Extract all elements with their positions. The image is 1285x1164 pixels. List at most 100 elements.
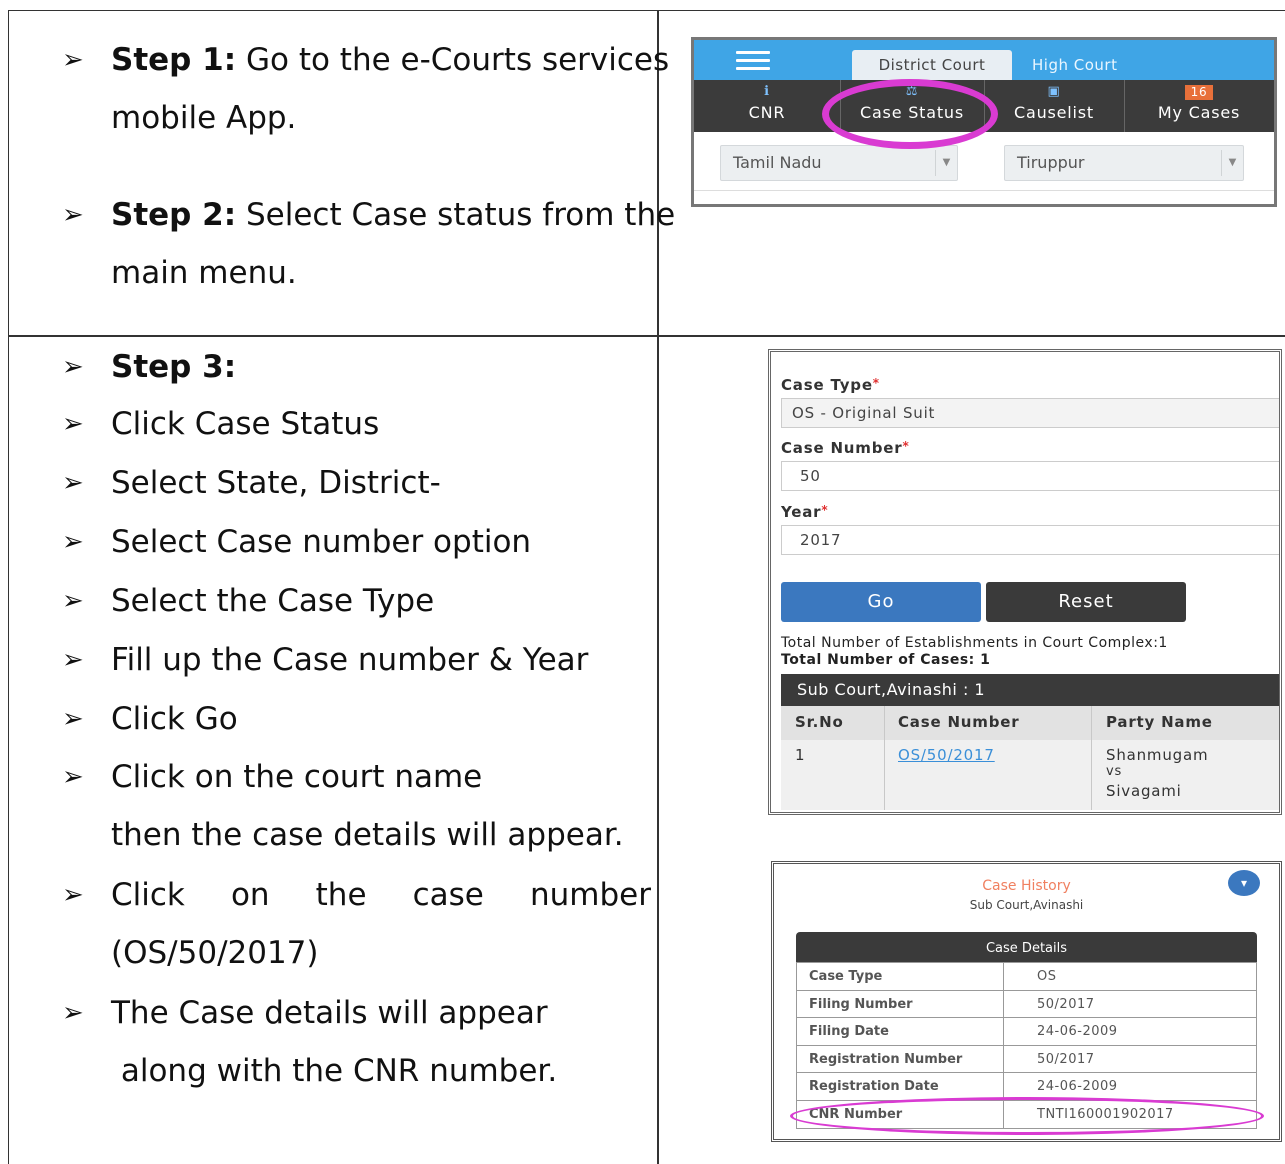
required-marker: * <box>821 503 829 517</box>
arrow-bullet-icon: ➢ <box>62 45 84 75</box>
case-number-label: Case Number* <box>781 439 910 457</box>
nav-causelist-label: Causelist <box>1014 103 1094 122</box>
arrow-bullet-icon: ➢ <box>62 645 84 675</box>
tab-district-court[interactable]: District Court <box>852 50 1012 80</box>
step-1-line-1: Step 1: Go to the e-Courts services <box>111 40 669 80</box>
column-divider <box>884 706 885 810</box>
total-cases: Total Number of Cases: 1 <box>781 652 991 668</box>
step-2-text: Select Case status from the <box>236 197 676 233</box>
case-number-input[interactable]: 50 <box>781 461 1279 491</box>
table-row: Case Type OS <box>797 963 1256 991</box>
district-select[interactable]: Tiruppur ▼ <box>1004 145 1244 181</box>
document-icon: ▣ <box>1047 84 1061 99</box>
go-button[interactable]: Go <box>781 582 981 622</box>
case-details-header: Case Details <box>796 932 1257 962</box>
step-3-item: Select the Case Type <box>111 583 435 619</box>
arrow-bullet-icon: ➢ <box>62 200 84 230</box>
case-status-form-screenshot: Case Type* OS - Original Suit Case Numbe… <box>768 349 1282 815</box>
row-key: Registration Date <box>809 1079 939 1094</box>
my-cases-badge-wrap: 16 <box>1124 80 1274 102</box>
step-1-label: Step 1: <box>111 42 237 78</box>
tab-high-court[interactable]: High Court <box>1032 50 1117 80</box>
app-top-bar: District Court High Court <box>694 40 1274 80</box>
step-3-item-continuation: (OS/50/2017) <box>111 935 319 971</box>
row-key: Filing Date <box>809 1024 889 1039</box>
step-3-click-case-number: Click on the case number <box>111 875 651 915</box>
nav-cnr-label: CNR <box>748 103 786 122</box>
chevron-down-icon: ▼ <box>1221 150 1243 176</box>
chevron-down-icon: ▼ <box>935 150 957 176</box>
step-3-item: The Case details will appear <box>111 995 548 1031</box>
row-key: Registration Number <box>809 1051 963 1067</box>
column-divider <box>1091 706 1092 810</box>
arrow-bullet-icon: ➢ <box>62 527 84 557</box>
nav-my-cases-label: My Cases <box>1157 103 1241 122</box>
arrow-bullet-icon: ➢ <box>62 352 84 382</box>
step-2-line-1: Step 2: Select Case status from the <box>111 195 675 235</box>
party-vs: vs <box>1106 764 1123 779</box>
nav-causelist[interactable]: ▣ Causelist <box>984 80 1124 132</box>
my-cases-badge: 16 <box>1184 85 1214 100</box>
total-establishments: Total Number of Establishments in Court … <box>781 635 1168 651</box>
party-name-2: Sivagami <box>1106 782 1182 800</box>
step-3-item: Click Case Status <box>111 406 380 442</box>
nav-cnr[interactable]: ℹ CNR <box>694 80 840 132</box>
case-type-label: Case Type* <box>781 376 880 394</box>
row-key: Case Type <box>809 969 883 984</box>
step-3-item: Select Case number option <box>111 524 532 560</box>
table-row: Filing Number 50/2017 <box>797 991 1256 1018</box>
state-select-value: Tamil Nadu <box>733 153 822 172</box>
table-row: Registration Number 50/2017 <box>797 1046 1256 1073</box>
case-history-court: Sub Court,Avinashi <box>969 898 1084 912</box>
row-value: 50/2017 <box>1037 996 1095 1012</box>
step-3-item: Fill up the Case number & Year <box>111 642 589 678</box>
nav-separator <box>1124 80 1125 132</box>
col-srno: Sr.No <box>795 713 844 731</box>
arrow-bullet-icon: ➢ <box>62 762 84 792</box>
arrow-bullet-icon: ➢ <box>62 468 84 498</box>
row-divider <box>8 335 1285 337</box>
nav-my-cases[interactable]: 16 My Cases <box>1124 80 1274 132</box>
case-history-title: Case History <box>982 878 1071 894</box>
required-marker: * <box>902 439 910 453</box>
hamburger-menu-icon[interactable] <box>736 51 770 71</box>
state-select[interactable]: Tamil Nadu ▼ <box>720 145 958 181</box>
step-3-item-continuation: along with the CNR number. <box>111 1053 558 1089</box>
year-label: Year* <box>781 503 828 521</box>
table-row: Filing Date 24-06-2009 <box>797 1018 1256 1046</box>
row-value: 24-06-2009 <box>1037 1024 1118 1039</box>
case-type-label-text: Case Type <box>781 376 873 394</box>
district-select-value: Tiruppur <box>1017 153 1085 172</box>
step-3-item: Select State, District- <box>111 465 441 501</box>
row-srno: 1 <box>795 746 806 764</box>
word: Click <box>111 877 185 913</box>
location-pin-icon[interactable]: ▾ <box>1228 870 1260 896</box>
year-input[interactable]: 2017 <box>781 525 1279 555</box>
step-1-text: Go to the e-Courts services <box>236 42 670 78</box>
col-case-number: Case Number <box>898 713 1020 731</box>
row-value: OS <box>1037 969 1057 984</box>
word: the <box>315 877 367 913</box>
step-2-line-2: main menu. <box>111 255 297 291</box>
required-marker: * <box>872 376 880 390</box>
year-label-text: Year <box>781 503 822 521</box>
case-type-select[interactable]: OS - Original Suit <box>781 398 1279 428</box>
arrow-bullet-icon: ➢ <box>62 409 84 439</box>
results-table: Sr.No Case Number Party Name 1 OS/50/201… <box>781 706 1279 810</box>
step-3-label: Step 3: <box>111 349 237 385</box>
case-number-link[interactable]: OS/50/2017 <box>898 746 995 764</box>
step-1-line-2: mobile App. <box>111 100 297 136</box>
reset-button[interactable]: Reset <box>986 582 1186 622</box>
word: number <box>529 877 651 913</box>
step-3-item: Click on the court name <box>111 759 483 795</box>
case-status-highlight-ring <box>822 79 998 149</box>
court-name-bar[interactable]: Sub Court,Avinashi : 1 <box>781 674 1279 706</box>
row-value: 24-06-2009 <box>1037 1079 1118 1094</box>
word: case <box>412 877 484 913</box>
word: on <box>230 877 270 913</box>
step-2-label: Step 2: <box>111 197 237 233</box>
divider <box>694 190 1274 191</box>
case-number-label-text: Case Number <box>781 439 903 457</box>
arrow-bullet-icon: ➢ <box>62 880 84 910</box>
arrow-bullet-icon: ➢ <box>62 704 84 734</box>
